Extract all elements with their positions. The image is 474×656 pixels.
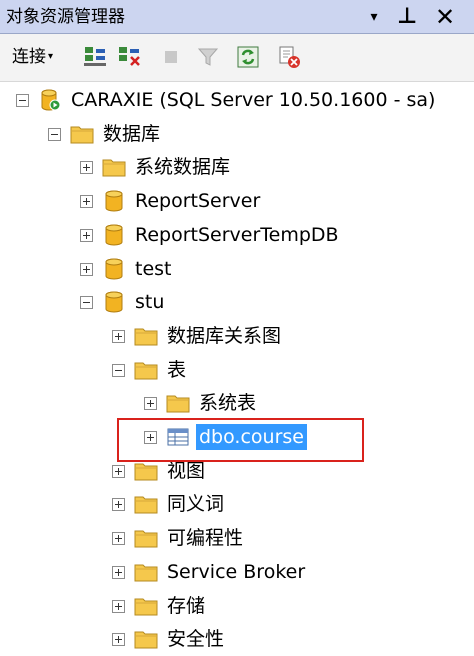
tree-node[interactable]: ReportServer	[0, 186, 474, 216]
expand-icon[interactable]	[112, 599, 125, 613]
tree-node[interactable]: test	[0, 254, 474, 284]
tree-node[interactable]: 数据库关系图	[0, 321, 474, 351]
dropdown-icon[interactable]: ▾	[362, 2, 386, 32]
tree-node-label: test	[135, 257, 172, 280]
folder-icon	[134, 595, 158, 617]
folder-icon	[134, 359, 158, 381]
expand-icon[interactable]	[112, 633, 125, 647]
tree-node[interactable]: 表	[0, 355, 474, 385]
server-icon	[38, 89, 62, 111]
pin-icon[interactable]: ⊥	[395, 2, 419, 32]
toolbar: 连接 ▾	[0, 34, 474, 82]
tree-node-label: 可编程性	[167, 527, 244, 550]
database-icon	[102, 190, 126, 212]
tree-node-label: 同义词	[167, 493, 225, 516]
folder-icon	[166, 392, 190, 414]
expand-icon[interactable]	[80, 262, 93, 276]
close-icon[interactable]: ✕	[430, 2, 460, 32]
tree-node-label: CARAXIE (SQL Server 10.50.1600 - sa)	[71, 89, 436, 111]
database-icon	[102, 224, 126, 246]
tree-node[interactable]: stu	[0, 287, 474, 317]
tree-node-label: Service Broker	[167, 560, 306, 583]
tree-node[interactable]: 同义词	[0, 489, 474, 519]
folder-icon	[134, 628, 158, 650]
connect-caret: ▾	[48, 51, 54, 62]
tree-node[interactable]: Service Broker	[0, 557, 474, 587]
tree-node[interactable]: 存储	[0, 591, 474, 621]
expand-icon[interactable]	[80, 161, 93, 175]
tree-node-label: stu	[135, 291, 165, 314]
stop-icon[interactable]	[158, 44, 184, 70]
database-icon	[102, 291, 126, 313]
expand-icon[interactable]	[112, 565, 125, 579]
annotation-box	[117, 418, 364, 462]
connect-object-explorer-icon[interactable]	[82, 44, 108, 70]
folder-icon	[134, 493, 158, 515]
stop-activity-icon[interactable]	[276, 44, 302, 70]
collapse-icon[interactable]	[48, 127, 61, 141]
connect-label: 连接	[12, 47, 46, 67]
object-explorer-tree: CARAXIE (SQL Server 10.50.1600 - sa) 数据库系…	[0, 82, 474, 656]
folder-icon	[70, 123, 94, 145]
disconnect-icon[interactable]	[116, 44, 142, 70]
tree-node[interactable]: 数据库	[0, 119, 474, 149]
expand-icon[interactable]	[112, 329, 125, 343]
panel-title: 对象资源管理器	[6, 7, 125, 27]
connect-button[interactable]: 连接 ▾	[12, 46, 53, 68]
expand-icon[interactable]	[112, 498, 125, 512]
collapse-icon[interactable]	[80, 296, 93, 310]
folder-icon	[102, 156, 126, 178]
tree-node[interactable]: 安全性	[0, 624, 474, 654]
filter-icon[interactable]	[195, 44, 221, 70]
tree-node[interactable]: 可编程性	[0, 523, 474, 553]
tree-node[interactable]: 系统数据库	[0, 152, 474, 182]
refresh-icon[interactable]	[235, 44, 261, 70]
folder-icon	[134, 325, 158, 347]
expand-icon[interactable]	[112, 532, 125, 546]
tree-node[interactable]: ReportServerTempDB	[0, 220, 474, 250]
database-icon	[102, 258, 126, 280]
expand-icon[interactable]	[80, 228, 93, 242]
expand-icon[interactable]	[112, 464, 125, 478]
folder-icon	[134, 460, 158, 482]
folder-icon	[134, 561, 158, 583]
title-bar: 对象资源管理器 ▾ ⊥ ✕	[0, 0, 474, 34]
tree-node[interactable]: CARAXIE (SQL Server 10.50.1600 - sa)	[0, 85, 474, 115]
tree-node-label: 安全性	[167, 628, 225, 651]
expand-icon[interactable]	[144, 397, 157, 411]
tree-node-label: 系统表	[199, 392, 257, 415]
tree-node-label: ReportServer	[135, 190, 261, 213]
tree-node-label: 存储	[167, 594, 206, 617]
tree-node[interactable]: 系统表	[0, 388, 474, 418]
tree-node-label: 表	[167, 358, 187, 381]
tree-node-label: 数据库	[103, 122, 161, 145]
tree-node-label: 数据库关系图	[167, 324, 282, 347]
folder-icon	[134, 527, 158, 549]
collapse-icon[interactable]	[112, 363, 125, 377]
expand-icon[interactable]	[80, 195, 93, 209]
collapse-icon[interactable]	[16, 94, 29, 107]
tree-node-label: 系统数据库	[135, 156, 231, 179]
tree-node-label: ReportServerTempDB	[135, 223, 339, 246]
